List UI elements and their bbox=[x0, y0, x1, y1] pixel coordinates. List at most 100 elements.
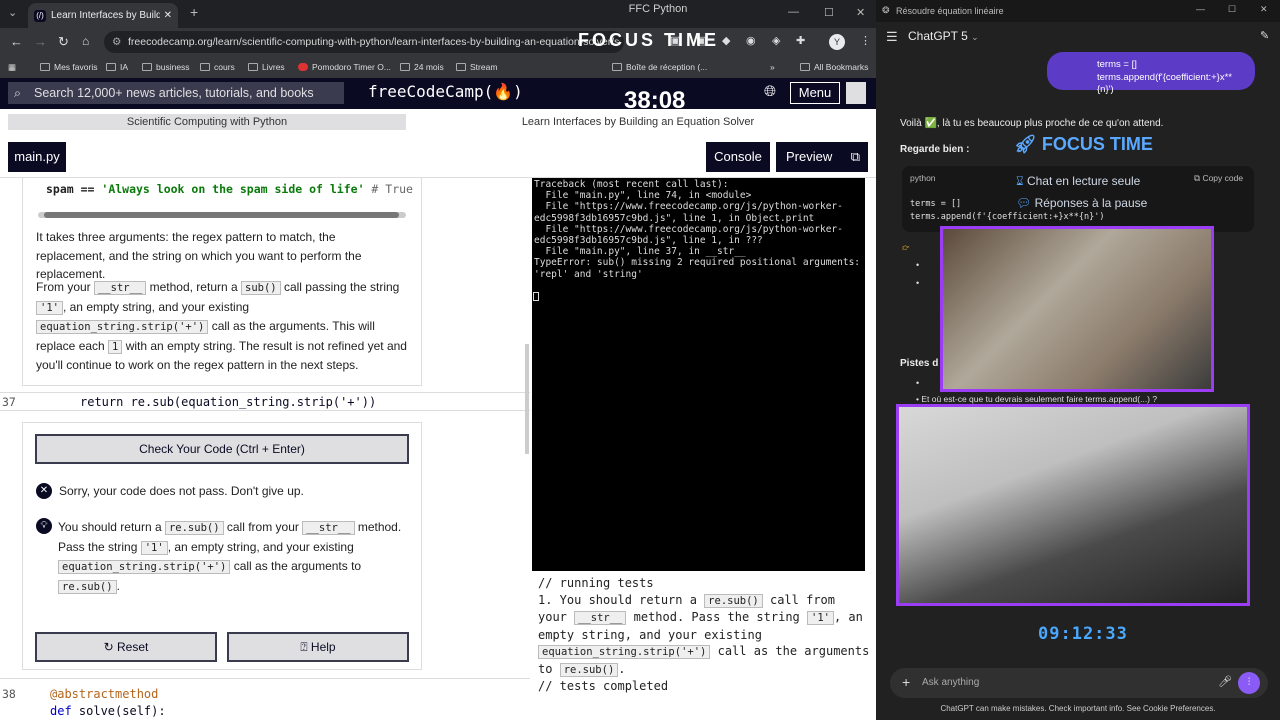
search-placeholder: Search 12,000+ news articles, tutorials,… bbox=[34, 86, 314, 100]
minimize-icon[interactable]: — bbox=[1196, 4, 1205, 14]
bullet: • bbox=[916, 278, 920, 288]
chat-titlebar: ❂ Résoudre équation linéaire — ☐ ✕ bbox=[876, 0, 1280, 22]
chat-composer[interactable]: + Ask anything 🎤︎ ⫶ bbox=[890, 668, 1268, 698]
maximize-icon[interactable]: ☐ bbox=[1228, 4, 1236, 15]
webcam-room bbox=[896, 404, 1250, 606]
extension-icon[interactable]: ◆ bbox=[722, 34, 730, 47]
section-heading: Pistes d bbox=[900, 358, 939, 369]
voice-mode-icon[interactable]: ⫶ bbox=[1238, 672, 1260, 694]
disclaimer: ChatGPT can make mistakes. Check importa… bbox=[940, 704, 1216, 713]
ask-input[interactable]: Ask anything bbox=[922, 677, 979, 688]
close-window-icon[interactable]: ✕ bbox=[1260, 4, 1268, 15]
help-button[interactable]: ⍰ Help bbox=[227, 632, 409, 662]
fcc-logo[interactable]: freeCodeCamp(🔥) bbox=[368, 82, 523, 101]
preview-button[interactable]: Preview ⧉ bbox=[776, 142, 868, 172]
forward-icon[interactable]: → bbox=[34, 34, 47, 49]
user-message: terms = [] terms.append(f'{coefficient:+… bbox=[1047, 52, 1255, 95]
new-tab-icon[interactable]: + bbox=[190, 4, 198, 20]
minimize-icon[interactable]: — bbox=[788, 6, 799, 18]
copy-code-button[interactable]: ⧉ Copy code bbox=[1194, 173, 1243, 184]
search-input[interactable]: ⌕ Search 12,000+ news articles, tutorial… bbox=[8, 82, 344, 104]
bookmark-item[interactable]: Boîte de réception (... bbox=[612, 62, 707, 72]
browser-window: ⌄ (/) Learn Interfaces by Building an ✕ … bbox=[0, 0, 876, 720]
reload-icon[interactable]: ↻ bbox=[58, 34, 69, 50]
sidebar-toggle-icon[interactable]: ☰ bbox=[886, 29, 898, 45]
bookmarks-overflow-icon[interactable]: » bbox=[770, 62, 775, 72]
hint-lightbulb-icon: 💡︎ bbox=[36, 518, 52, 534]
apps-icon[interactable]: ▦ bbox=[8, 62, 16, 73]
microphone-icon[interactable]: 🎤︎ bbox=[1218, 675, 1232, 688]
breadcrumb-superblock[interactable]: Scientific Computing with Python bbox=[8, 114, 406, 130]
editor-line-37[interactable]: 37 return re.sub(equation_string.strip('… bbox=[0, 392, 530, 411]
file-tab-main-py[interactable]: main.py bbox=[8, 142, 66, 172]
window-title: FFC Python bbox=[628, 3, 688, 15]
console-button[interactable]: Console bbox=[706, 142, 770, 172]
bookmark-item[interactable]: 24 mois bbox=[400, 62, 444, 72]
assistant-text: Voilà ✅, là tu es beaucoup plus proche d… bbox=[900, 118, 1164, 129]
tests-completed-line: // tests completed bbox=[538, 679, 669, 693]
bookmark-item[interactable]: Pomodoro Timer O... bbox=[298, 62, 391, 72]
test-results-panel: // running tests 1. You should return a … bbox=[532, 571, 876, 720]
address-bar: ← → ↻ ⌂ ⚙ freecodecamp.org/learn/scienti… bbox=[0, 28, 876, 56]
extensions-puzzle-icon[interactable]: ✚ bbox=[796, 34, 805, 47]
maximize-icon[interactable]: ☐ bbox=[824, 6, 834, 19]
console-cursor bbox=[533, 292, 539, 301]
reset-button[interactable]: ↻ Reset bbox=[35, 632, 217, 662]
model-selector[interactable]: ChatGPT 5 ⌄ bbox=[908, 29, 979, 43]
chatgpt-logo-icon: ❂ bbox=[882, 5, 890, 15]
url-field[interactable]: ⚙ freecodecamp.org/learn/scientific-comp… bbox=[104, 31, 624, 53]
more-menu-icon[interactable]: ⋮ bbox=[860, 34, 871, 47]
help-icon: ⍰ bbox=[300, 640, 308, 654]
url-text: freecodecamp.org/learn/scientific-comput… bbox=[128, 36, 620, 48]
avatar[interactable] bbox=[846, 82, 866, 104]
site-info-icon[interactable]: ⚙ bbox=[112, 31, 121, 53]
overlay-pause-answers: 💬︎ Réponses à la pause bbox=[1016, 196, 1148, 210]
chat-window-title: Résoudre équation linéaire bbox=[896, 6, 1004, 16]
console-output: Traceback (most recent call last): File … bbox=[532, 178, 865, 571]
profile-avatar[interactable]: Y bbox=[829, 34, 845, 50]
hint-text: You should return a re.sub() call from y… bbox=[58, 520, 402, 594]
instruction-paragraph: It takes three arguments: the regex patt… bbox=[36, 230, 362, 281]
tab-close-icon[interactable]: ✕ bbox=[164, 10, 172, 21]
focus-time-overlay: FOCUS TIME bbox=[578, 30, 719, 50]
attach-plus-icon[interactable]: + bbox=[902, 674, 910, 690]
extension-icon[interactable]: ◉ bbox=[746, 34, 756, 47]
tab-search-icon[interactable]: ⌄ bbox=[8, 6, 17, 19]
bookmark-item[interactable]: IA bbox=[106, 62, 128, 72]
bullet: • bbox=[916, 260, 920, 270]
home-icon[interactable]: ⌂ bbox=[82, 34, 89, 48]
tab-bar: ⌄ (/) Learn Interfaces by Building an ✕ … bbox=[0, 0, 876, 28]
bookmark-item[interactable]: cours bbox=[200, 62, 235, 72]
chatgpt-window: ❂ Résoudre équation linéaire — ☐ ✕ ☰ Cha… bbox=[876, 0, 1280, 720]
new-chat-icon[interactable]: ✎ bbox=[1260, 29, 1269, 42]
bookmark-item[interactable]: business bbox=[142, 62, 190, 72]
bullet: • bbox=[916, 378, 920, 388]
editor-lines-38-39[interactable]: 38 @abstractmethod def solve(self): bbox=[0, 678, 530, 720]
popout-icon: ⧉ bbox=[850, 149, 860, 164]
chat-bubble-icon: 💬︎ bbox=[1016, 196, 1032, 210]
code-scrollbar[interactable] bbox=[38, 212, 406, 218]
bookmark-item[interactable]: All Bookmarks bbox=[800, 62, 868, 72]
preview-label: Preview bbox=[786, 149, 833, 164]
editor-scrollbar[interactable] bbox=[525, 344, 529, 454]
bookmark-item[interactable]: Livres bbox=[248, 62, 285, 72]
close-window-icon[interactable]: ✕ bbox=[856, 6, 865, 19]
bookmark-item[interactable]: Stream bbox=[456, 62, 497, 72]
menu-button[interactable]: Menu bbox=[790, 82, 840, 104]
overlay-chat-readonly: ⌛︎ Chat en lecture seule bbox=[1016, 174, 1141, 188]
test-result-1: 1. You should return a re.sub() call fro… bbox=[538, 592, 870, 677]
chevron-down-icon: ⌄ bbox=[971, 32, 979, 42]
check-code-button[interactable]: Check Your Code (Ctrl + Enter) bbox=[35, 434, 409, 464]
tab-fcc[interactable]: (/) Learn Interfaces by Building an ✕ bbox=[28, 3, 178, 28]
instructions-panel: spam == 'Always look on the spam side of… bbox=[0, 178, 530, 720]
breadcrumb-block[interactable]: Learn Interfaces by Building an Equation… bbox=[408, 114, 868, 130]
reset-icon: ↻ bbox=[103, 640, 114, 654]
language-globe-icon[interactable]: 🌐︎ bbox=[764, 83, 776, 100]
back-icon[interactable]: ← bbox=[10, 34, 23, 49]
extension-icon[interactable]: ◈ bbox=[772, 34, 780, 47]
error-x-icon: ✕ bbox=[36, 483, 52, 499]
bookmark-item[interactable]: Mes favoris bbox=[40, 62, 97, 72]
editor-toolbar: main.py Console Preview ⧉ bbox=[0, 134, 876, 178]
clock: 09:12:33 bbox=[1038, 624, 1128, 644]
hourglass-icon: ⌛︎ bbox=[1016, 174, 1024, 188]
